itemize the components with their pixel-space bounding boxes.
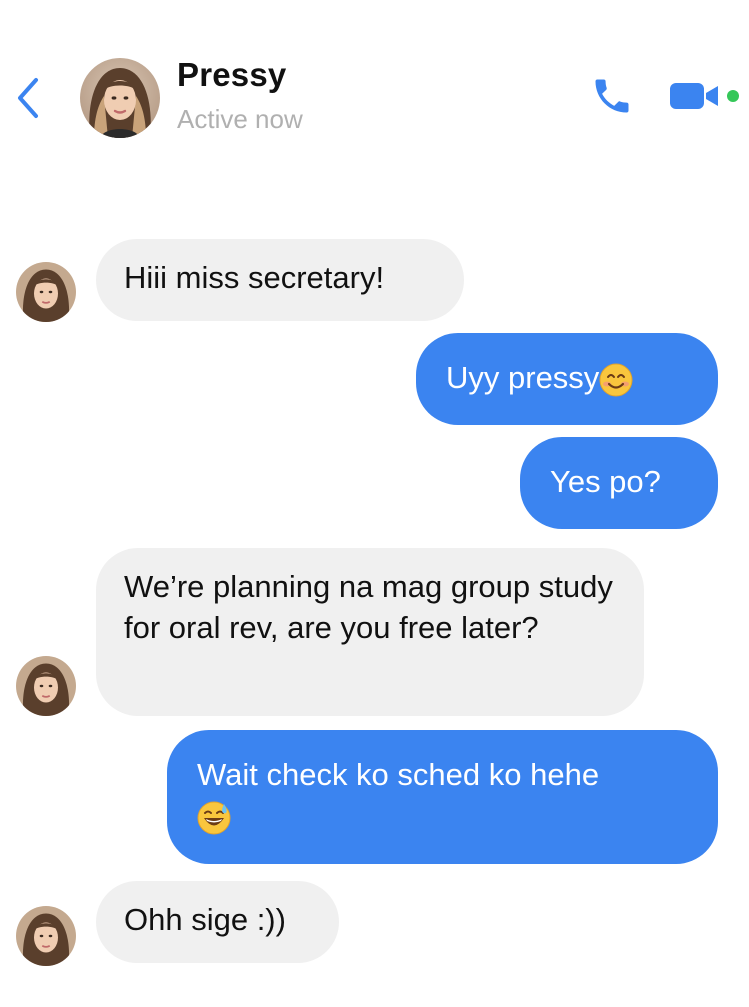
message-text: Hiii miss secretary! [124, 260, 385, 295]
message-avatar [16, 906, 76, 966]
contact-name: Pressy [177, 56, 287, 93]
message-text: Yes po? [550, 464, 661, 499]
smiling-face-emoji-icon [599, 363, 633, 397]
online-status-dot [727, 90, 739, 102]
back-chevron-icon[interactable] [14, 76, 44, 120]
message-text: We’re planning na mag group study for or… [124, 569, 613, 645]
message-bubble-incoming[interactable]: We’re planning na mag group study for or… [96, 548, 644, 716]
chat-screen: Pressy Active now Hiii miss secretary! U… [0, 0, 749, 1007]
video-camera-icon[interactable] [668, 80, 724, 112]
contact-avatar[interactable] [80, 58, 160, 138]
message-bubble-outgoing[interactable]: Uyy pressy [416, 333, 718, 425]
message-bubble-incoming[interactable]: Hiii miss secretary! [96, 239, 464, 321]
grinning-sweat-emoji-icon [197, 801, 231, 835]
message-bubble-incoming[interactable]: Ohh sige :)) [96, 881, 339, 963]
message-text: Ohh sige :)) [124, 902, 286, 937]
message-avatar [16, 262, 76, 322]
message-avatar [16, 656, 76, 716]
message-bubble-outgoing[interactable]: Yes po? [520, 437, 718, 529]
contact-status: Active now [177, 104, 303, 134]
message-text: Wait check ko sched ko hehe [197, 757, 600, 792]
message-text: Uyy pressy [446, 360, 600, 395]
message-bubble-outgoing[interactable]: Wait check ko sched ko hehe [167, 730, 718, 864]
phone-icon[interactable] [590, 74, 634, 118]
